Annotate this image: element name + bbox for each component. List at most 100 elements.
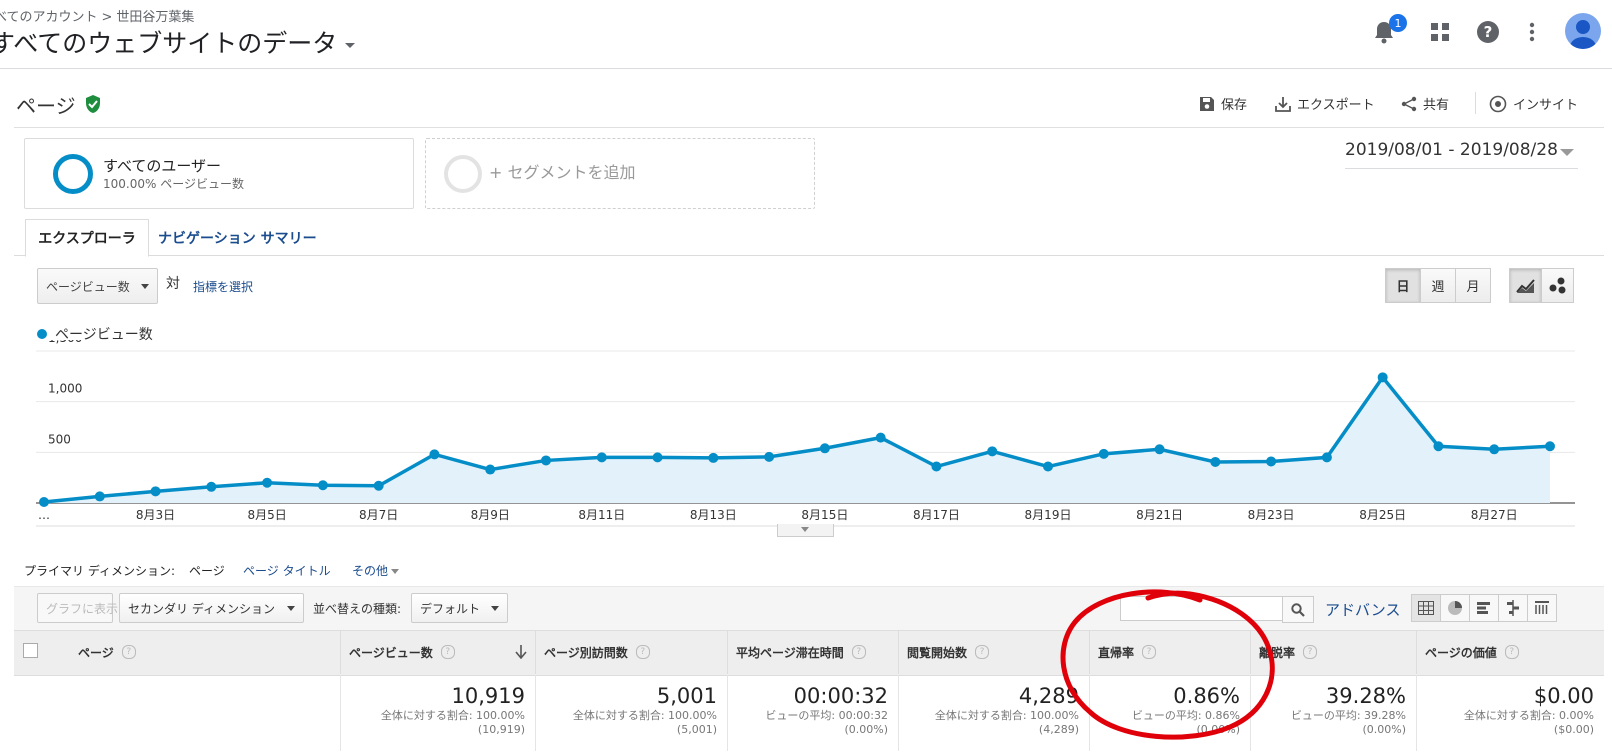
period-day-button[interactable]: 日 (1385, 268, 1421, 303)
period-month-button[interactable]: 月 (1455, 268, 1491, 303)
secondary-dimension-dropdown[interactable]: セカンダリ ディメンション (119, 593, 304, 623)
tab-explorer[interactable]: エクスプローラ (25, 219, 149, 257)
data-point[interactable] (596, 452, 607, 463)
column-header-avg-time-on-page[interactable]: 平均ページ滞在時間? (727, 630, 898, 674)
motion-chart-button[interactable] (1541, 268, 1574, 303)
segment-all-users[interactable]: すべてのユーザー 100.00% ページビュー数 (24, 138, 414, 209)
save-label: 保存 (1221, 98, 1248, 113)
data-point[interactable] (1545, 441, 1555, 452)
tab-navigation-summary[interactable]: ナビゲーション サマリー (158, 228, 317, 248)
plot-rows-button[interactable]: グラフに表示 (37, 593, 118, 623)
data-point[interactable] (94, 491, 105, 502)
column-header-unique-pageviews[interactable]: ページ別訪問数? (535, 630, 727, 674)
total-absolute: (10,919) (477, 723, 525, 736)
help-icon[interactable]: ? (440, 645, 455, 659)
data-point[interactable] (764, 451, 775, 462)
date-range-text: 2019/08/01 - 2019/08/28 (1345, 140, 1558, 160)
insights-button[interactable]: インサイト (1489, 94, 1578, 113)
data-point[interactable] (317, 480, 328, 491)
dimension-page[interactable]: ページ (189, 562, 225, 579)
metric-dropdown[interactable]: ページビュー数 (37, 268, 158, 304)
data-point[interactable] (931, 461, 942, 472)
add-segment-label: + セグメントを追加 (489, 163, 636, 182)
pie-chart-icon (1448, 601, 1462, 615)
data-point[interactable] (708, 452, 719, 463)
line-chart-icon (1515, 278, 1535, 293)
data-point[interactable] (485, 464, 496, 475)
data-point[interactable] (875, 432, 886, 443)
help-icon[interactable]: ? (851, 645, 866, 659)
view-pie-button[interactable] (1440, 594, 1470, 622)
column-header-page-value[interactable]: ページの価値? (1416, 630, 1604, 674)
data-point[interactable] (1377, 372, 1388, 383)
column-header-label: ページビュー数 (349, 645, 433, 660)
date-range-picker[interactable]: 2019/08/01 - 2019/08/28 (1345, 140, 1578, 169)
sort-type-dropdown[interactable]: デフォルト (411, 593, 508, 623)
sort-type-label: 並べ替えの種類: (313, 602, 402, 616)
data-point[interactable] (429, 449, 440, 460)
data-point[interactable] (1043, 461, 1053, 472)
total-percent: 全体に対する割合: 0.00% (1463, 709, 1594, 722)
data-point[interactable] (652, 452, 663, 463)
data-point[interactable] (206, 481, 217, 492)
data-point[interactable] (541, 455, 551, 466)
data-point[interactable] (1098, 448, 1109, 459)
total-percent: 全体に対する割合: 100.00% (572, 709, 717, 722)
data-point[interactable] (987, 446, 998, 457)
more-vert-icon (1529, 22, 1535, 42)
dimension-page-title[interactable]: ページ タイトル (243, 562, 331, 579)
export-button[interactable]: エクスポート (1275, 94, 1375, 113)
empty-segment-ring-icon (444, 155, 482, 193)
x-tick-label: 8月11日 (578, 508, 625, 522)
view-table-button[interactable] (1411, 594, 1441, 622)
export-label: エクスポート (1297, 98, 1375, 113)
dimension-other[interactable]: その他 (352, 562, 400, 579)
advanced-filter-link[interactable]: アドバンス (1325, 599, 1400, 620)
data-point[interactable] (39, 496, 49, 507)
period-week-button[interactable]: 週 (1420, 268, 1456, 303)
line-chart-button[interactable] (1509, 268, 1542, 303)
help-icon[interactable]: ? (975, 645, 990, 659)
view-performance-button[interactable] (1469, 594, 1499, 622)
view-selector[interactable]: すべてのウェブサイトのデータ (0, 24, 356, 60)
user-icon (1570, 20, 1596, 49)
chart-resize-handle[interactable] (777, 524, 834, 537)
help-icon[interactable]: ? (121, 645, 136, 659)
data-point[interactable] (1154, 444, 1165, 455)
data-point[interactable] (1210, 456, 1221, 467)
view-comparison-button[interactable] (1498, 594, 1528, 622)
data-point[interactable] (1433, 441, 1444, 452)
help-icon[interactable]: ? (1303, 645, 1318, 659)
total-page-value: $0.00 全体に対する割合: 0.00% ($0.00) (1416, 675, 1604, 751)
select-metric-link[interactable]: 指標を選択 (193, 278, 253, 295)
save-button[interactable]: 保存 (1199, 94, 1247, 113)
share-label: 共有 (1423, 98, 1450, 113)
add-segment-button[interactable]: + セグメントを追加 (425, 138, 815, 209)
help-button[interactable]: ? (1472, 16, 1504, 48)
data-point[interactable] (1266, 456, 1277, 467)
segment-name: すべてのユーザー (103, 157, 222, 175)
data-point[interactable] (1321, 452, 1332, 463)
view-pivot-button[interactable] (1527, 594, 1557, 622)
help-icon[interactable]: ? (635, 645, 650, 659)
data-point[interactable] (819, 443, 830, 454)
breadcrumb[interactable]: べてのアカウント > 世田谷万葉集 (0, 6, 194, 25)
data-point[interactable] (373, 480, 384, 491)
legend-dot (37, 329, 47, 339)
column-header-page[interactable]: ページ? (70, 630, 340, 674)
apps-button[interactable] (1424, 16, 1456, 48)
select-all-checkbox[interactable] (23, 643, 38, 658)
more-menu-button[interactable] (1516, 16, 1548, 48)
avatar[interactable] (1565, 13, 1601, 49)
x-tick-label: 8月3日 (136, 508, 175, 522)
breadcrumb-property[interactable]: 世田谷万葉集 (116, 10, 194, 25)
share-button[interactable]: 共有 (1401, 94, 1449, 113)
insights-icon (1489, 95, 1507, 112)
column-header-pageviews[interactable]: ページビュー数? (340, 630, 535, 674)
help-icon[interactable]: ? (1504, 645, 1519, 659)
data-point[interactable] (150, 486, 161, 497)
breadcrumb-account[interactable]: べてのアカウント (0, 10, 97, 25)
data-point[interactable] (1489, 444, 1500, 455)
data-point[interactable] (262, 477, 273, 488)
insights-label: インサイト (1513, 98, 1579, 113)
